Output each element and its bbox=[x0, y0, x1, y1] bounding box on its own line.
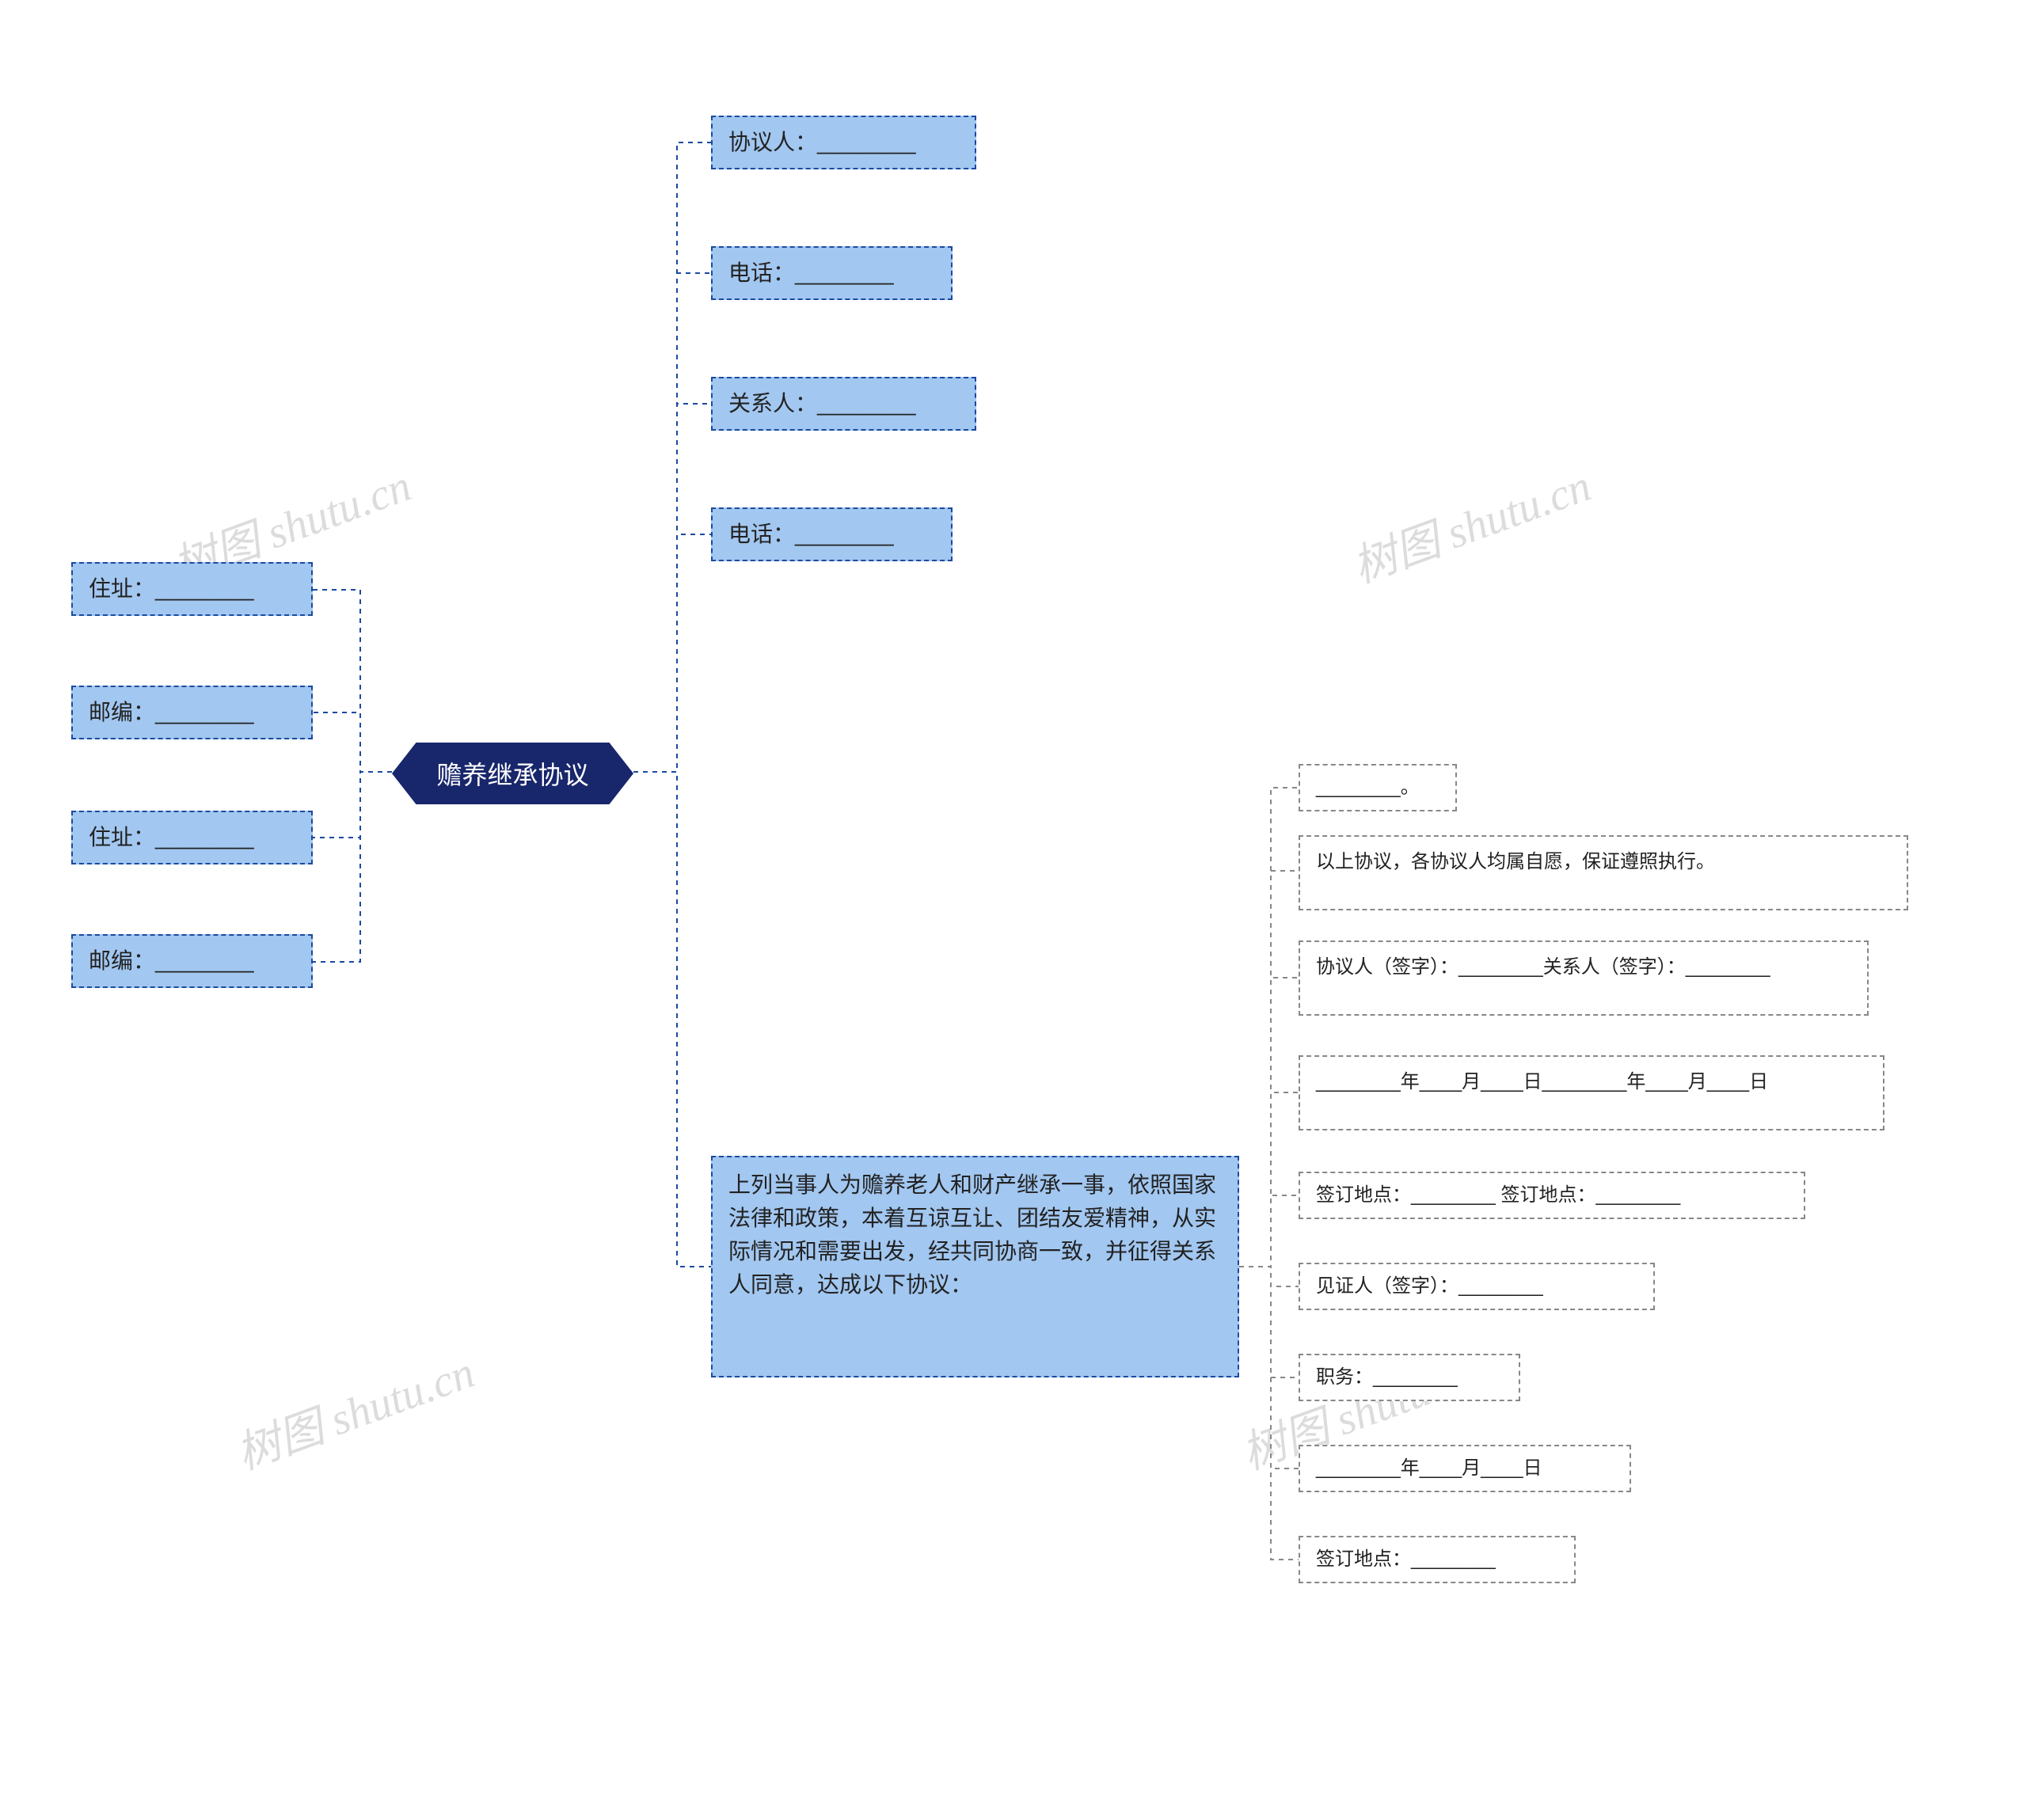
node-label: 电话：________ bbox=[728, 256, 894, 290]
left-node-address-1[interactable]: 住址：________ bbox=[71, 562, 313, 616]
sub-node-witness[interactable]: 见证人（签字）：________ bbox=[1299, 1263, 1655, 1310]
node-label: ________年____月____日 bbox=[1316, 1454, 1542, 1483]
node-label: 邮编：________ bbox=[89, 696, 254, 729]
node-label: 签订地点：________ 签订地点：________ bbox=[1316, 1181, 1680, 1210]
node-label: ________年____月____日________年____月____日 bbox=[1316, 1068, 1768, 1096]
node-label: ________。 bbox=[1316, 773, 1420, 802]
node-label: 职务：________ bbox=[1316, 1363, 1458, 1392]
watermark: 树图 shutu.cn bbox=[1343, 450, 1599, 596]
node-label: 以上协议，各协议人均属自愿，保证遵照执行。 bbox=[1316, 848, 1715, 876]
sub-node-voluntary[interactable]: 以上协议，各协议人均属自愿，保证遵照执行。 bbox=[1299, 835, 1908, 910]
sub-node-location-single[interactable]: 签订地点：________ bbox=[1299, 1536, 1576, 1583]
node-label: 协议人（签字）：________关系人（签字）：________ bbox=[1316, 953, 1770, 982]
sub-node-position[interactable]: 职务：________ bbox=[1299, 1354, 1520, 1401]
sub-node-locations[interactable]: 签订地点：________ 签订地点：________ bbox=[1299, 1172, 1805, 1219]
node-label: 住址：________ bbox=[89, 572, 254, 606]
right-node-phone-1[interactable]: 电话：________ bbox=[711, 246, 953, 300]
node-label: 住址：________ bbox=[89, 821, 254, 854]
root-label: 赡养继承协议 bbox=[436, 755, 588, 792]
sub-node-sign-parties[interactable]: 协议人（签字）：________关系人（签字）：________ bbox=[1299, 940, 1869, 1016]
diagram-canvas: 树图 shutu.cn 树图 shutu.cn 树图 shutu.cn 树图 s… bbox=[0, 0, 2027, 1820]
left-node-zip-2[interactable]: 邮编：________ bbox=[71, 934, 313, 988]
left-node-zip-1[interactable]: 邮编：________ bbox=[71, 686, 313, 739]
node-label: 关系人：________ bbox=[728, 387, 916, 420]
right-node-phone-2[interactable]: 电话：________ bbox=[711, 507, 953, 561]
watermark: 树图 shutu.cn bbox=[226, 1337, 482, 1483]
root-node[interactable]: 赡养继承协议 bbox=[392, 743, 633, 804]
node-label: 上列当事人为赡养老人和财产继承一事，依照国家法律和政策，本着互谅互让、团结友爱精… bbox=[728, 1168, 1222, 1301]
right-body-node[interactable]: 上列当事人为赡养老人和财产继承一事，依照国家法律和政策，本着互谅互让、团结友爱精… bbox=[711, 1156, 1239, 1377]
left-node-address-2[interactable]: 住址：________ bbox=[71, 811, 313, 864]
right-node-party[interactable]: 协议人：________ bbox=[711, 116, 976, 169]
sub-node-blank[interactable]: ________。 bbox=[1299, 764, 1457, 811]
right-node-related[interactable]: 关系人：________ bbox=[711, 377, 976, 431]
node-label: 协议人：________ bbox=[728, 126, 916, 159]
sub-node-date-single[interactable]: ________年____月____日 bbox=[1299, 1445, 1631, 1492]
node-label: 电话：________ bbox=[728, 518, 894, 551]
node-label: 邮编：________ bbox=[89, 944, 254, 978]
node-label: 见证人（签字）：________ bbox=[1316, 1272, 1543, 1301]
sub-node-dates[interactable]: ________年____月____日________年____月____日 bbox=[1299, 1055, 1884, 1130]
node-label: 签订地点：________ bbox=[1316, 1545, 1496, 1574]
